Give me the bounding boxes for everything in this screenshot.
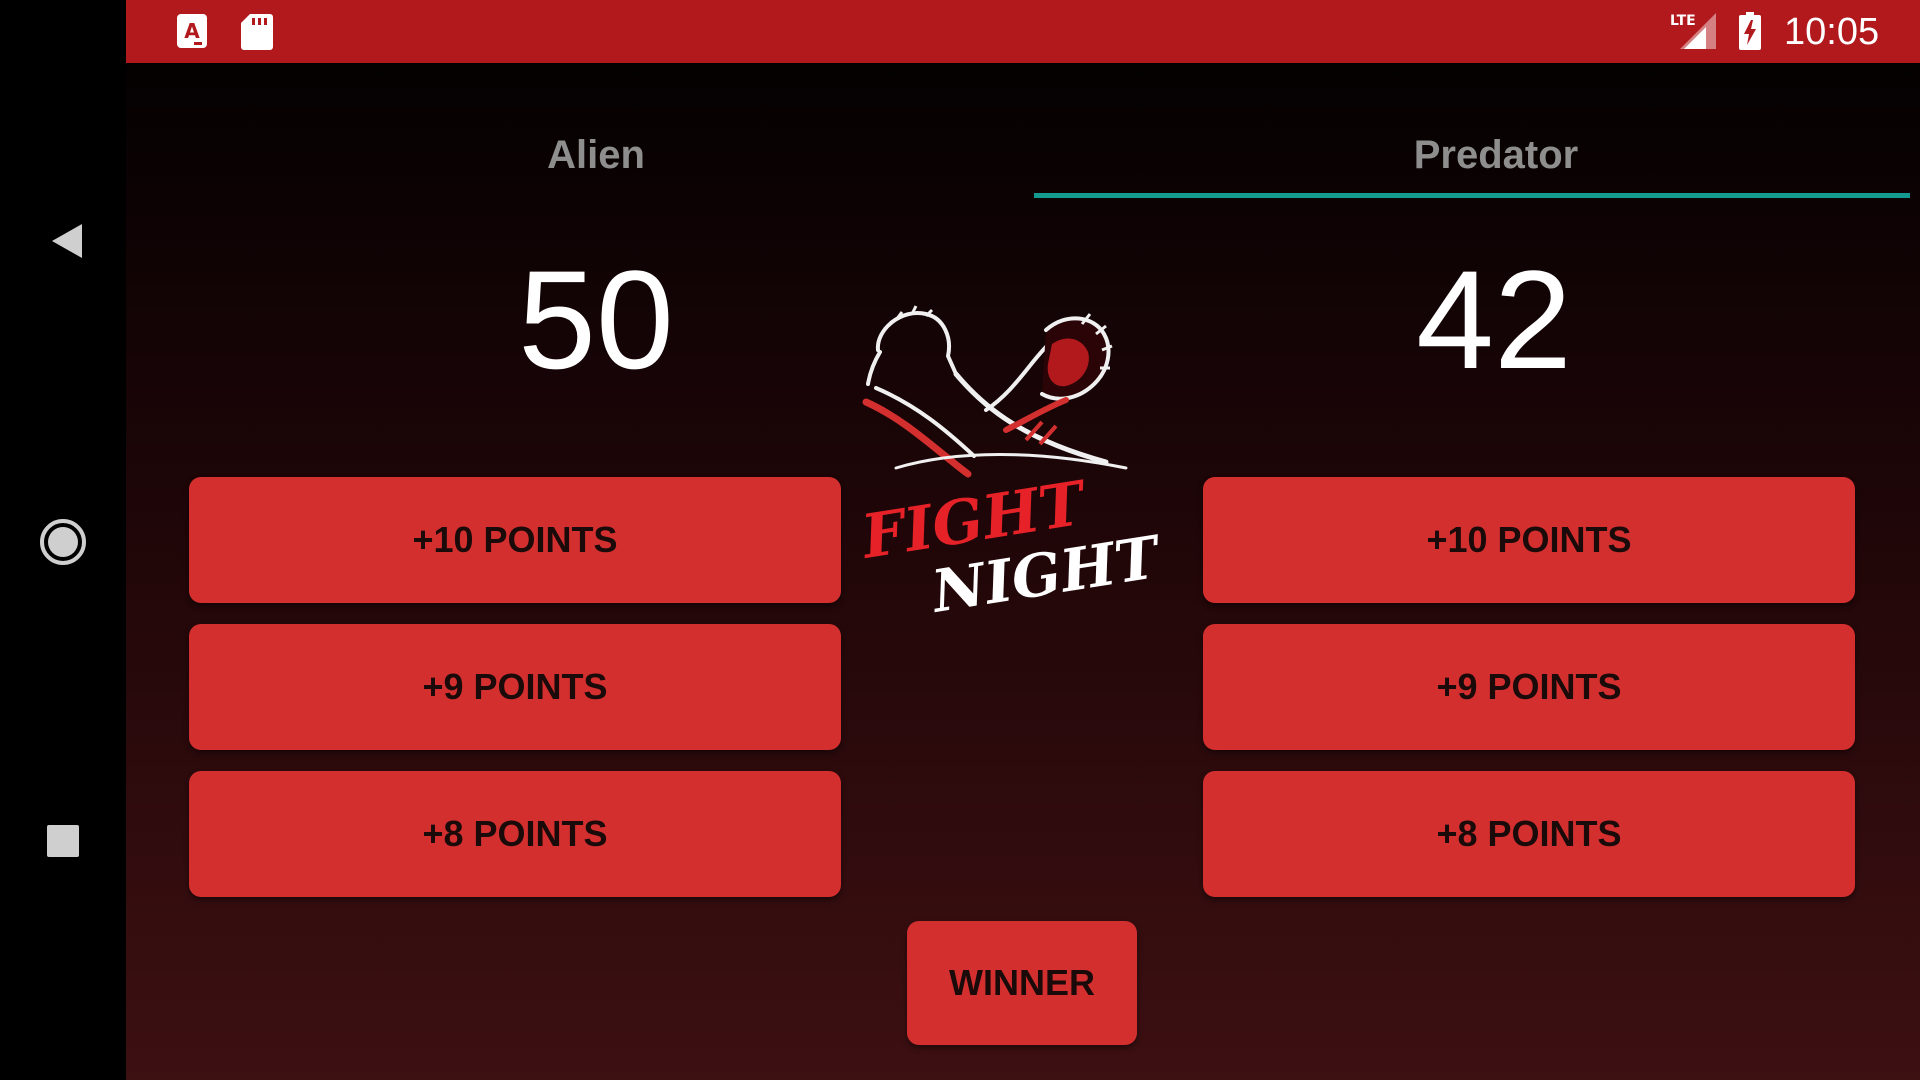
- back-icon: [52, 224, 82, 258]
- team-name-predator[interactable]: Predator: [1046, 133, 1920, 191]
- navigation-bar: [0, 0, 126, 1080]
- winner-button[interactable]: WINNER: [907, 921, 1137, 1045]
- recents-button[interactable]: [0, 778, 126, 898]
- home-button[interactable]: [0, 479, 126, 599]
- arm-wrestling-icon: [862, 305, 1128, 478]
- status-clock: 10:05: [1784, 11, 1880, 53]
- predator-plus-10-button[interactable]: +10 POINTS: [1203, 477, 1855, 603]
- tab-indicator: [1034, 193, 1910, 198]
- fight-night-logo: FIGHT NIGHT: [856, 305, 1167, 620]
- predator-plus-9-button[interactable]: +9 POINTS: [1203, 624, 1855, 750]
- battery-charging-icon: [1739, 12, 1761, 50]
- svg-text:LTE: LTE: [1670, 13, 1696, 29]
- app-screen: A LTE 10:05 Alien Predator 50 42 FIGHT N…: [126, 0, 1920, 1080]
- score-predator: 42: [1416, 241, 1572, 398]
- home-icon: [40, 519, 86, 565]
- back-button[interactable]: [0, 180, 126, 300]
- score-alien: 50: [518, 241, 674, 398]
- status-bar: A LTE 10:05: [126, 0, 1920, 63]
- alien-plus-10-button[interactable]: +10 POINTS: [189, 477, 841, 603]
- alien-plus-8-button[interactable]: +8 POINTS: [189, 771, 841, 897]
- team-name-alien[interactable]: Alien: [146, 133, 1046, 191]
- svg-text:A: A: [184, 19, 200, 43]
- app-a-icon: A: [177, 14, 207, 48]
- recents-icon: [47, 825, 79, 857]
- sd-card-icon: [241, 14, 273, 50]
- predator-plus-8-button[interactable]: +8 POINTS: [1203, 771, 1855, 897]
- lte-signal-icon: LTE: [1670, 13, 1716, 49]
- alien-plus-9-button[interactable]: +9 POINTS: [189, 624, 841, 750]
